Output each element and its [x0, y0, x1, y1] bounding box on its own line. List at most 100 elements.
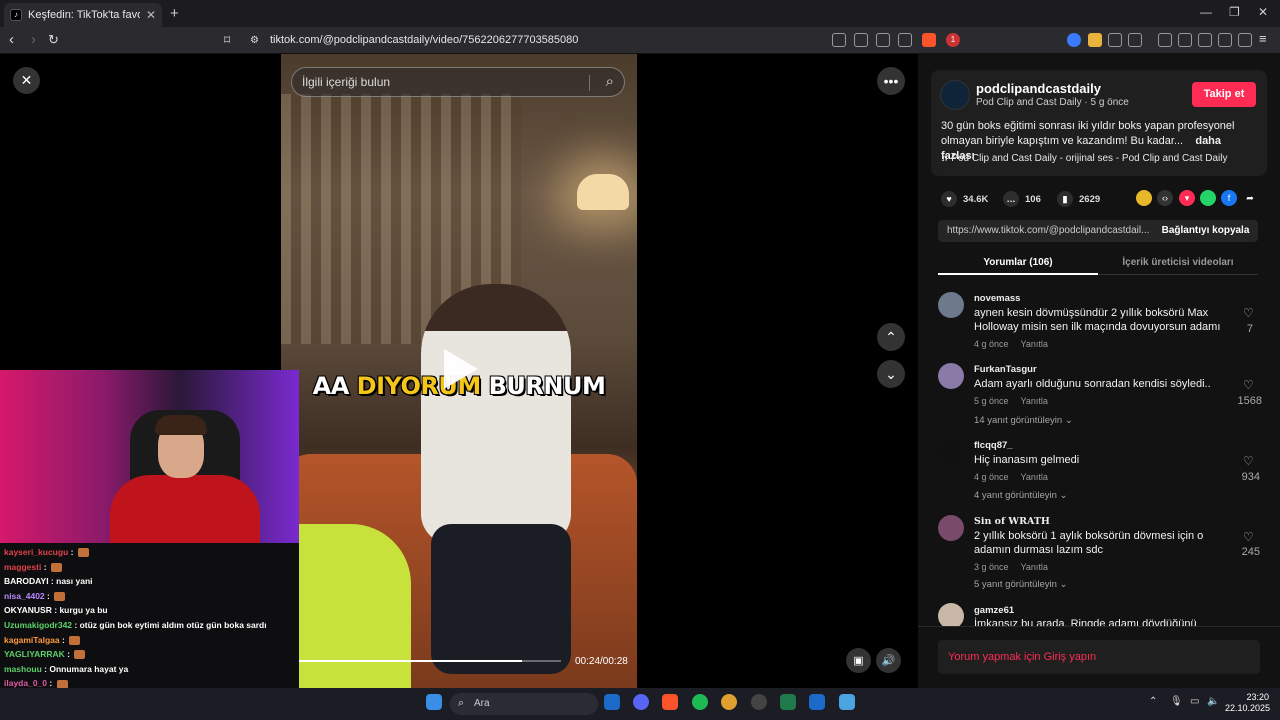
maximize-icon[interactable]: ❐ [1229, 5, 1240, 19]
speaker-icon[interactable]: 🔈 [1207, 696, 1219, 707]
comment-like-icon[interactable]: ♡ [1243, 530, 1254, 544]
taskbar-search[interactable]: Ara [450, 693, 598, 715]
window-close-icon[interactable]: ✕ [1258, 5, 1268, 19]
view-replies-link[interactable]: 4 yanıt görüntüleyin ⌄ [974, 490, 1068, 501]
video-link[interactable]: https://www.tiktok.com/@podclipandcastda… [947, 225, 1152, 236]
brave-shield-icon[interactable] [922, 33, 936, 47]
view-replies-link[interactable]: 5 yanıt görüntüleyin ⌄ [974, 579, 1068, 590]
embed-icon[interactable]: ‹› [1157, 190, 1173, 206]
chat-username[interactable]: YAGLIYARRAK [4, 649, 65, 659]
leo-ai-icon[interactable] [1218, 33, 1232, 47]
chat-username[interactable]: kayseri_kucugu [4, 547, 68, 557]
copy-link-button[interactable]: Bağlantıyı kopyala [1154, 221, 1257, 241]
chat-username[interactable]: mashouu [4, 664, 42, 674]
next-video-icon[interactable]: ⌄ [877, 360, 905, 388]
spotify-icon[interactable] [692, 694, 708, 710]
steam-icon[interactable] [604, 694, 620, 710]
volume-icon[interactable]: 🔊 [876, 648, 901, 673]
video-progress-bar[interactable] [291, 660, 561, 662]
view-replies-link[interactable]: 14 yanıt görüntüleyin ⌄ [974, 415, 1073, 426]
chat-username[interactable]: OKYANUSR [4, 605, 52, 615]
whatsapp-icon[interactable] [1200, 190, 1216, 206]
follow-button[interactable]: Takip et [1192, 82, 1256, 107]
reply-link[interactable]: Yanıtla [1021, 562, 1048, 572]
browser-tab[interactable]: ♪ Keşfedin: TikTok'ta favori videolar ✕ [4, 3, 162, 27]
app-icon[interactable] [751, 694, 767, 710]
chat-username[interactable]: ilayda_0_0 [4, 678, 47, 688]
author-username[interactable]: podclipandcastdaily [976, 81, 1101, 96]
picture-in-picture-icon[interactable]: ▣ [846, 648, 871, 673]
comment-avatar[interactable] [938, 292, 964, 318]
share-arrow-icon[interactable]: ➦ [1242, 190, 1258, 206]
comment-avatar[interactable] [938, 603, 964, 626]
extensions-puzzle-icon[interactable] [1108, 33, 1122, 47]
comment-username[interactable]: Sin of WRATH [974, 516, 1050, 527]
save-stat[interactable]: ▮ 2629 [1057, 191, 1100, 207]
comment-like-icon[interactable]: ♡ [1243, 378, 1254, 392]
address-bar[interactable]: tiktok.com/@podclipandcastdaily/video/75… [270, 34, 578, 46]
reply-link[interactable]: Yanıtla [1021, 339, 1048, 349]
tab-close-icon[interactable]: ✕ [146, 8, 156, 22]
comment-avatar[interactable] [938, 439, 964, 465]
chat-username[interactable]: BARODAYI [4, 576, 49, 586]
windows-start-icon[interactable] [426, 694, 442, 710]
coin-icon[interactable] [1136, 190, 1152, 206]
extension-icon[interactable] [1088, 33, 1102, 47]
forward-icon[interactable]: › [31, 31, 36, 48]
play-icon[interactable] [444, 349, 478, 389]
comment-username[interactable]: FurkanTasgur [974, 364, 1037, 375]
network-icon[interactable]: ▭ [1190, 696, 1199, 707]
comment-username[interactable]: novemass [974, 293, 1020, 304]
minimize-icon[interactable]: — [1200, 5, 1212, 19]
comment-stat[interactable]: … 106 [1003, 191, 1041, 207]
comment-username[interactable]: flcqq87_ [974, 440, 1013, 451]
extension-icon[interactable] [1067, 33, 1081, 47]
comment-avatar[interactable] [938, 515, 964, 541]
author-avatar[interactable] [940, 80, 970, 110]
screenshot-icon[interactable] [1128, 33, 1142, 47]
steam-icon[interactable] [809, 694, 825, 710]
menu-icon[interactable]: ≡ [1259, 31, 1267, 46]
rewards-badge-icon[interactable]: 1 [946, 33, 960, 47]
login-to-comment[interactable]: Yorum yapmak için Giriş yapın [938, 640, 1260, 674]
comment-like-icon[interactable]: ♡ [1243, 306, 1254, 320]
like-stat[interactable]: ♥ 34.6K [941, 191, 988, 207]
music-info[interactable]: ♫ Pod Clip and Cast Daily - orijinal ses… [941, 153, 1228, 164]
related-search-input[interactable]: İlgili içeriği bulun ⌕ [291, 67, 625, 97]
facebook-icon[interactable]: f [1221, 190, 1237, 206]
discord-icon[interactable] [633, 694, 649, 710]
wallet-icon[interactable] [1198, 33, 1212, 47]
close-video-icon[interactable]: ✕ [13, 67, 40, 94]
brave-icon[interactable] [662, 694, 678, 710]
video-player[interactable]: AA DIYORUM BURNUM [281, 54, 637, 688]
comment-avatar[interactable] [938, 363, 964, 389]
translate-icon[interactable] [876, 33, 890, 47]
app-icon[interactable] [721, 694, 737, 710]
sidebar-icon[interactable] [1178, 33, 1192, 47]
cast-icon[interactable] [854, 33, 868, 47]
chat-username[interactable]: kagamiTalgaa [4, 635, 60, 645]
reply-link[interactable]: Yanıtla [1021, 396, 1048, 406]
tab-creator-videos[interactable]: İçerik üreticisi videoları [1098, 257, 1258, 268]
microphone-icon[interactable]: 🎙 [1170, 696, 1183, 707]
site-settings-icon[interactable]: ⚙ [250, 35, 259, 46]
reload-icon[interactable]: ↻ [48, 32, 59, 48]
tab-comments[interactable]: Yorumlar (106) [938, 257, 1098, 268]
share-page-icon[interactable] [898, 33, 912, 47]
new-tab-button[interactable]: + [170, 5, 179, 22]
no-tracking-icon[interactable] [832, 33, 846, 47]
search-icon[interactable]: ⌕ [606, 73, 614, 90]
chat-username[interactable]: nisa_4402 [4, 591, 45, 601]
media-icon[interactable] [1158, 33, 1172, 47]
app-icon[interactable] [780, 694, 796, 710]
back-icon[interactable]: ‹ [9, 31, 14, 48]
bookmark-icon[interactable]: ⌑ [224, 33, 230, 47]
reply-link[interactable]: Yanıtla [1021, 472, 1048, 482]
comment-like-icon[interactable]: ♡ [1243, 454, 1254, 468]
vpn-icon[interactable] [1238, 33, 1252, 47]
app-icon[interactable] [839, 694, 855, 710]
chat-username[interactable]: maggesti [4, 562, 41, 572]
previous-video-icon[interactable]: ⌃ [877, 323, 905, 351]
comment-username[interactable]: gamze61 [974, 605, 1014, 616]
chat-username[interactable]: Uzumakigodr342 [4, 620, 72, 630]
